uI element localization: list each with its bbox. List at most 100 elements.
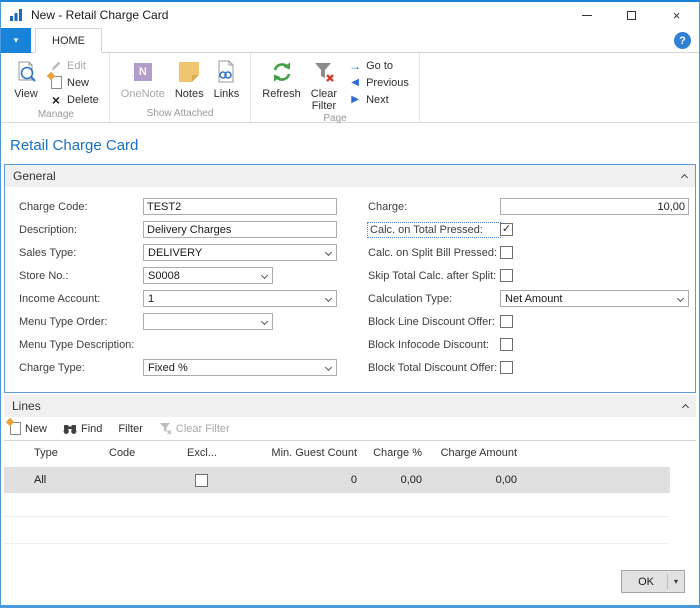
links-icon	[216, 58, 236, 86]
chevron-down-icon	[677, 294, 684, 301]
column-code[interactable]: Code	[109, 447, 187, 459]
calculation-type-label: Calculation Type:	[368, 293, 500, 305]
previous-button[interactable]: ◀ Previous	[344, 74, 413, 91]
links-button[interactable]: Links	[209, 55, 245, 100]
view-icon	[14, 58, 38, 86]
links-button-label: Links	[214, 88, 240, 100]
tab-home[interactable]: HOME	[35, 28, 102, 53]
block-infocode-discount-checkbox[interactable]	[500, 338, 513, 351]
row-excl-cell	[187, 474, 267, 487]
lines-toolbar: New Find Filter	[4, 417, 696, 441]
onenote-n: N	[139, 66, 147, 78]
charge-type-combobox[interactable]: Fixed %	[143, 359, 337, 376]
chevron-down-icon	[261, 271, 268, 278]
lines-filter-button[interactable]: Filter	[118, 423, 142, 435]
row-charge-pct-cell[interactable]: 0,00	[357, 474, 422, 486]
column-charge-pct[interactable]: Charge %	[357, 447, 422, 459]
previous-button-label: Previous	[366, 77, 409, 89]
row-min-guest-count-cell[interactable]: 0	[267, 474, 357, 486]
help-button[interactable]: ?	[674, 32, 691, 49]
general-fasttab-header[interactable]: General	[5, 165, 695, 187]
row-charge-amount-cell[interactable]: 0,00	[422, 474, 517, 486]
lines-new-button[interactable]: New	[10, 422, 47, 435]
column-charge-amount[interactable]: Charge Amount	[422, 447, 517, 459]
field-block-line-discount: Block Line Discount Offer:	[368, 310, 695, 333]
description-label: Description:	[19, 224, 143, 236]
notes-button[interactable]: Notes	[170, 55, 209, 100]
collapse-chevron-icon	[683, 399, 688, 413]
charge-type-label: Charge Type:	[19, 362, 143, 374]
maximize-icon	[627, 11, 636, 20]
goto-button[interactable]: → Go to	[344, 57, 413, 74]
lines-section-header[interactable]: Lines	[4, 395, 696, 417]
minimize-button[interactable]	[564, 2, 609, 28]
charge-label: Charge:	[368, 201, 500, 213]
chevron-down-icon: ▾	[14, 35, 19, 46]
sticky-note-icon	[179, 58, 199, 86]
calc-on-total-pressed-checkbox[interactable]: ✓	[500, 223, 513, 236]
skip-total-calc-checkbox[interactable]	[500, 269, 513, 282]
lines-clear-filter-button: Clear Filter	[159, 422, 230, 435]
clear-filter-label-1: Clear	[311, 88, 337, 100]
collapse-chevron-icon	[682, 169, 687, 183]
empty-row	[4, 493, 670, 517]
ok-button[interactable]: OK ▾	[621, 570, 685, 593]
charge-code-input[interactable]	[143, 198, 337, 215]
refresh-button[interactable]: Refresh	[257, 55, 306, 100]
app-chart-icon	[9, 8, 24, 22]
delete-button[interactable]: × Delete	[45, 91, 103, 108]
ok-dropdown-icon[interactable]: ▾	[668, 577, 684, 586]
chevron-down-icon	[325, 294, 332, 301]
block-infocode-discount-label: Block Infocode Discount:	[368, 339, 500, 351]
lines-clear-filter-label: Clear Filter	[176, 423, 230, 435]
menu-type-order-combobox[interactable]	[143, 313, 273, 330]
skip-total-calc-label: Skip Total Calc. after Split:	[368, 270, 500, 282]
calculation-type-combobox[interactable]: Net Amount	[500, 290, 689, 307]
maximize-button[interactable]	[609, 2, 654, 28]
charge-input[interactable]	[500, 198, 689, 215]
chevron-down-icon	[325, 248, 332, 255]
minimize-icon	[582, 15, 592, 16]
field-menu-type-description: Menu Type Description:	[19, 333, 344, 356]
store-no-value: S0008	[148, 270, 180, 282]
column-type[interactable]: Type	[34, 447, 109, 459]
new-button-label: New	[67, 77, 89, 89]
calc-on-split-bill-checkbox[interactable]	[500, 246, 513, 259]
calculation-type-value: Net Amount	[505, 293, 562, 305]
new-button[interactable]: New	[45, 74, 103, 91]
onenote-button-label: OneNote	[121, 88, 165, 100]
sales-type-value: DELIVERY	[148, 247, 202, 259]
close-button[interactable]: ×	[654, 2, 699, 28]
close-icon: ×	[673, 8, 681, 23]
row-excl-checkbox[interactable]	[195, 474, 208, 487]
onenote-button: N→ OneNote	[116, 55, 170, 100]
field-block-infocode-discount: Block Infocode Discount:	[368, 333, 695, 356]
ribbon-group-page: Refresh ClearFilter → Go t	[251, 53, 420, 122]
lines-find-button[interactable]: Find	[63, 423, 102, 435]
delete-x-icon: ×	[49, 95, 63, 105]
clear-filter-button[interactable]: ClearFilter	[306, 55, 342, 112]
field-charge-type: Charge Type: Fixed %	[19, 356, 344, 379]
block-total-discount-checkbox[interactable]	[500, 361, 513, 374]
refresh-icon	[270, 58, 294, 86]
app-menu-button[interactable]: ▾	[1, 28, 31, 53]
store-no-combobox[interactable]: S0008	[143, 267, 273, 284]
view-button[interactable]: View	[9, 55, 43, 100]
column-excl[interactable]: Excl...	[187, 447, 267, 459]
block-line-discount-label: Block Line Discount Offer:	[368, 316, 500, 328]
field-menu-type-order: Menu Type Order:	[19, 310, 344, 333]
window-title: New - Retail Charge Card	[31, 8, 168, 22]
table-row[interactable]: All 0 0,00 0,00	[4, 467, 670, 493]
column-min-guest-count[interactable]: Min. Guest Count	[267, 447, 357, 459]
sales-type-combobox[interactable]: DELIVERY	[143, 244, 337, 261]
field-calc-on-total-pressed: Calc. on Total Pressed: ✓	[368, 218, 695, 241]
block-line-discount-checkbox[interactable]	[500, 315, 513, 328]
store-no-label: Store No.:	[19, 270, 143, 282]
goto-arrow-icon: →	[348, 59, 362, 73]
description-input[interactable]	[143, 221, 337, 238]
delete-button-label: Delete	[67, 94, 99, 106]
row-type-cell[interactable]: All	[34, 474, 109, 486]
new-page-icon	[10, 422, 21, 435]
next-button[interactable]: ▶ Next	[344, 91, 413, 108]
income-account-combobox[interactable]: 1	[143, 290, 337, 307]
